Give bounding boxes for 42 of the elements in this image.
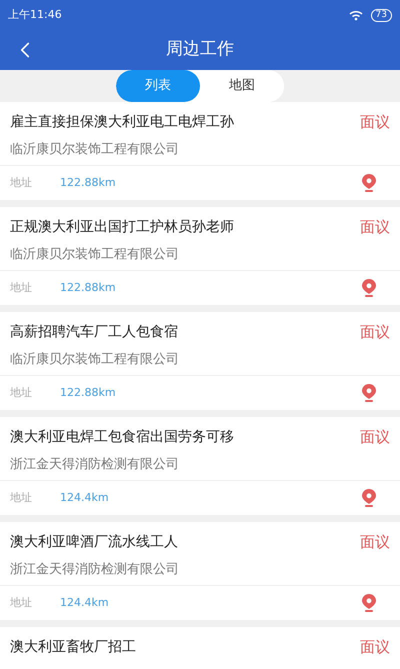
distance: 122.88km	[60, 384, 116, 401]
salary: 面议	[360, 322, 390, 343]
distance: 124.4km	[60, 490, 109, 506]
location-pin-icon	[362, 174, 376, 192]
job-title: 高薪招聘汽车厂工人包食宿	[10, 322, 178, 342]
company-name: 临沂康贝尔装饰工程有限公司	[10, 246, 180, 264]
job-card[interactable]: 澳大利亚啤酒厂流水线工人 面议 浙江金天得消防检测有限公司 地址 124.4km	[0, 522, 400, 620]
job-title: 雇主直接担保澳大利亚电工电焊工孙	[10, 112, 234, 132]
location-pin-icon	[362, 594, 376, 612]
address-label: 地址	[10, 384, 33, 401]
address-label: 地址	[10, 490, 33, 506]
company-name: 浙江金天得消防检测有限公司	[10, 456, 180, 474]
job-title: 澳大利亚啤酒厂流水线工人	[10, 532, 178, 552]
address-label: 地址	[10, 280, 33, 296]
salary: 面议	[360, 427, 390, 448]
job-title: 正规澳大利亚出国打工护林员孙老师	[10, 218, 234, 237]
page-title: 周边工作	[166, 38, 234, 62]
company-name: 浙江金天得消防检测有限公司	[10, 560, 180, 578]
salary: 面议	[360, 532, 390, 553]
location-pin-icon	[362, 384, 376, 402]
job-card[interactable]: 澳大利亚畜牧厂招工 面议	[0, 627, 400, 669]
salary: 面议	[360, 112, 390, 133]
job-card[interactable]: 正规澳大利亚出国打工护林员孙老师 面议 临沂康贝尔装饰工程有限公司 地址 122.88km	[0, 207, 400, 305]
status-time: 上午11:46	[8, 6, 62, 23]
job-card[interactable]: 高薪招聘汽车厂工人包食宿 面议 临沂康贝尔装饰工程有限公司 地址 122.88km	[0, 312, 400, 410]
salary: 面议	[360, 217, 390, 238]
job-title: 澳大利亚畜牧厂招工	[10, 638, 136, 657]
distance: 124.4km	[60, 594, 109, 611]
job-card[interactable]: 雇主直接担保澳大利亚电工电焊工孙 面议 临沂康贝尔装饰工程有限公司 地址 122.88km	[0, 102, 400, 200]
address-label: 地址	[10, 594, 33, 611]
wifi-icon	[348, 10, 363, 20]
company-name: 临沂康贝尔装饰工程有限公司	[10, 350, 180, 368]
distance: 122.88km	[60, 280, 116, 296]
salary: 面议	[360, 637, 390, 658]
company-name: 临沂康贝尔装饰工程有限公司	[10, 140, 180, 158]
job-card[interactable]: 澳大利亚电焊工包食宿出国劳务可移 面议 浙江金天得消防检测有限公司 地址 124.4km	[0, 417, 400, 515]
distance: 122.88km	[60, 174, 116, 191]
address-label: 地址	[10, 174, 33, 191]
location-pin-icon	[362, 489, 376, 507]
location-pin-icon	[362, 279, 376, 297]
job-title: 澳大利亚电焊工包食宿出国劳务可移	[10, 428, 234, 447]
battery-level: 73	[370, 8, 392, 22]
